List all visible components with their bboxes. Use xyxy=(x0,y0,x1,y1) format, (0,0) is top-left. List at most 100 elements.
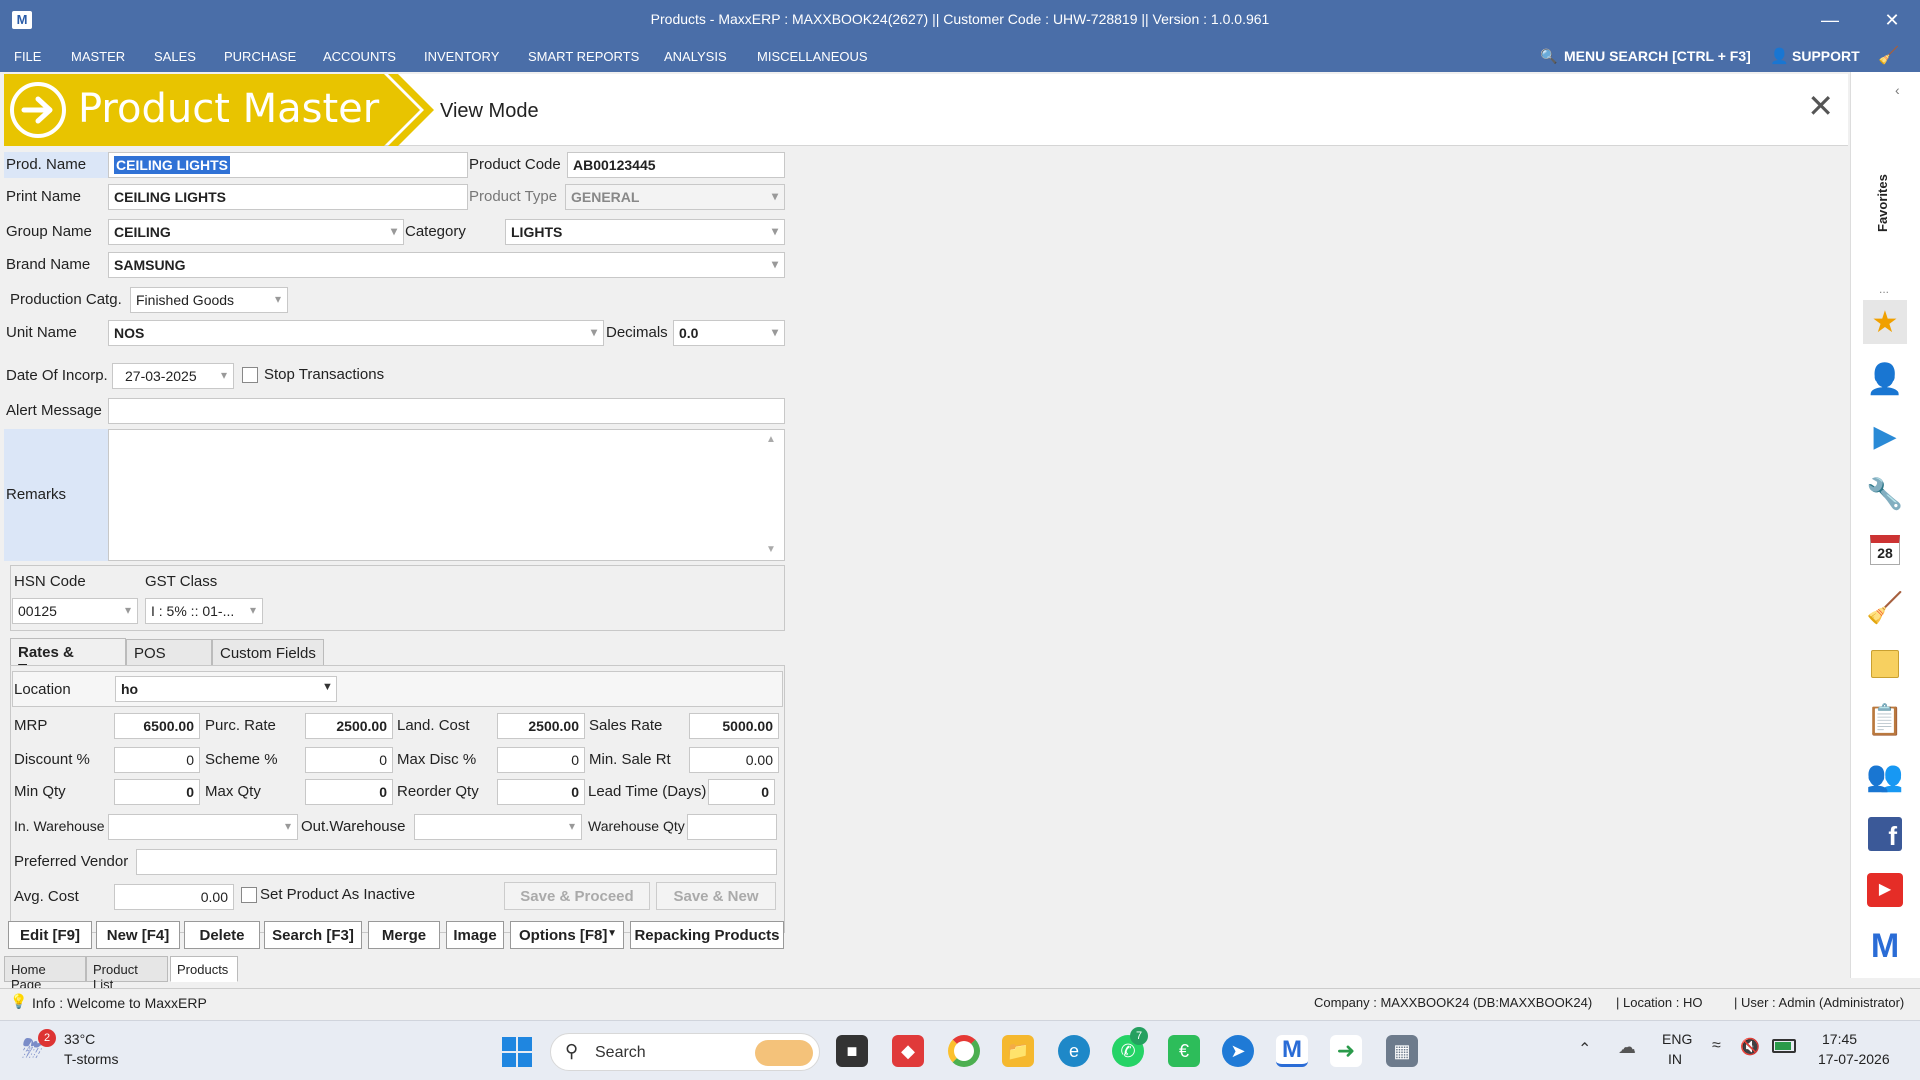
max-qty-field[interactable]: 0 xyxy=(305,779,393,805)
warehouse-qty-field[interactable] xyxy=(687,814,777,840)
unit-name-dropdown[interactable]: NOS xyxy=(108,320,604,346)
repacking-products-button[interactable]: Repacking Products xyxy=(630,921,784,949)
tray-chevron-icon[interactable]: ⌃ xyxy=(1578,1039,1591,1059)
location-dropdown[interactable]: ho xyxy=(115,676,337,702)
collapse-chevron-icon[interactable]: ‹ xyxy=(1895,82,1900,98)
speaker-muted-icon[interactable]: 🔇 xyxy=(1740,1037,1760,1057)
print-name-field[interactable]: CEILING LIGHTS xyxy=(108,184,468,210)
discount-field[interactable]: 0 xyxy=(114,747,200,773)
green-app-icon[interactable]: € xyxy=(1168,1035,1200,1067)
support-button[interactable]: SUPPORT xyxy=(1792,48,1860,64)
folder-icon[interactable]: 📁 xyxy=(1002,1035,1034,1067)
product-code-field[interactable]: AB00123445 xyxy=(567,152,785,178)
menu-smart-reports[interactable]: SMART REPORTS xyxy=(528,49,639,64)
menu-analysis[interactable]: ANALYSIS xyxy=(664,49,727,64)
hsn-code-dropdown[interactable]: 00125 xyxy=(12,598,138,624)
remarks-textarea[interactable] xyxy=(108,429,785,561)
language-label[interactable]: ENG xyxy=(1662,1031,1692,1047)
tab-rates-taxes[interactable]: Rates & Taxes xyxy=(10,638,126,678)
search-button[interactable]: Search [F3] xyxy=(264,921,362,949)
menu-sales[interactable]: SALES xyxy=(154,49,196,64)
more-dots[interactable]: ... xyxy=(1879,282,1889,296)
min-sale-field[interactable]: 0.00 xyxy=(689,747,779,773)
menu-purchase[interactable]: PURCHASE xyxy=(224,49,296,64)
menu-file[interactable]: FILE xyxy=(14,49,41,64)
star-icon[interactable]: ★ xyxy=(1863,300,1907,344)
options-button[interactable]: Options [F8] ▼ xyxy=(510,921,624,949)
menu-inventory[interactable]: INVENTORY xyxy=(424,49,499,64)
max-disc-field[interactable]: 0 xyxy=(497,747,585,773)
category-dropdown[interactable]: LIGHTS xyxy=(505,219,785,245)
blue-app-icon[interactable]: ➤ xyxy=(1222,1035,1254,1067)
decimals-dropdown[interactable]: 0.0 xyxy=(673,320,785,346)
save-proceed-button[interactable]: Save & Proceed xyxy=(504,882,650,910)
scroll-up-icon[interactable]: ▲ xyxy=(766,434,776,445)
chrome-icon[interactable] xyxy=(948,1035,980,1067)
menu-miscellaneous[interactable]: MISCELLANEOUS xyxy=(757,49,868,64)
tab-pos-setup[interactable]: POS Setup xyxy=(126,639,212,679)
group-name-dropdown[interactable]: CEILING xyxy=(108,219,404,245)
land-cost-field[interactable]: 2500.00 xyxy=(497,713,585,739)
stop-transactions-checkbox[interactable] xyxy=(242,367,258,383)
in-warehouse-dropdown[interactable] xyxy=(108,814,298,840)
calendar-icon[interactable]: 28 xyxy=(1863,528,1907,572)
anydesk-icon[interactable]: ◆ xyxy=(892,1035,924,1067)
youtube-icon[interactable]: ▶ xyxy=(1863,868,1907,912)
delete-button[interactable]: Delete xyxy=(184,921,260,949)
broom-icon[interactable]: 🧹 xyxy=(1863,586,1907,630)
broom-icon[interactable]: 🧹 xyxy=(1878,46,1899,66)
alert-message-field[interactable] xyxy=(108,398,785,424)
product-type-dropdown[interactable]: GENERAL xyxy=(565,184,785,210)
edge-icon[interactable]: e xyxy=(1058,1035,1090,1067)
tools-icon[interactable]: 🔧 xyxy=(1863,472,1907,516)
windows-start-icon[interactable] xyxy=(502,1037,532,1067)
user-icon[interactable]: 👤 xyxy=(1863,357,1907,401)
date-incorp-picker[interactable]: 27-03-2025 xyxy=(112,363,234,389)
lead-time-field[interactable]: 0 xyxy=(708,779,775,805)
wifi-icon[interactable]: ≈ xyxy=(1712,1037,1721,1055)
avg-cost-field[interactable]: 0.00 xyxy=(114,884,234,910)
production-catg-dropdown[interactable]: Finished Goods xyxy=(130,287,288,313)
file-explorer-dark-icon[interactable]: ■ xyxy=(836,1035,868,1067)
edit-button[interactable]: Edit [F9] xyxy=(8,921,92,949)
maxxerp-taskbar-icon[interactable]: M xyxy=(1276,1035,1308,1067)
merge-button[interactable]: Merge xyxy=(368,921,440,949)
taskbar-search-box[interactable]: ⚲ Search xyxy=(550,1033,820,1071)
purc-rate-field[interactable]: 2500.00 xyxy=(305,713,393,739)
battery-icon[interactable] xyxy=(1772,1039,1796,1053)
tab-custom-fields[interactable]: Custom Fields xyxy=(212,639,324,667)
scroll-down-icon[interactable]: ▼ xyxy=(766,544,776,555)
close-window-button[interactable]: ✕ xyxy=(1872,6,1912,34)
close-form-button[interactable]: ✕ xyxy=(1807,90,1834,122)
min-qty-field[interactable]: 0 xyxy=(114,779,200,805)
new-button[interactable]: New [F4] xyxy=(96,921,180,949)
sales-rate-field[interactable]: 5000.00 xyxy=(689,713,779,739)
image-button[interactable]: Image xyxy=(446,921,504,949)
facebook-icon[interactable]: f xyxy=(1863,812,1907,856)
set-inactive-checkbox[interactable] xyxy=(241,887,257,903)
brand-name-dropdown[interactable]: SAMSUNG xyxy=(108,252,785,278)
bottom-tab-products[interactable]: Products xyxy=(170,956,238,982)
tray-cloud-icon[interactable]: ☁ xyxy=(1618,1037,1636,1058)
notes-icon[interactable] xyxy=(1863,642,1907,686)
prod-name-field[interactable]: CEILING LIGHTS xyxy=(108,152,468,178)
preferred-vendor-field[interactable] xyxy=(136,849,777,875)
users-icon[interactable]: 👥 xyxy=(1863,754,1907,798)
menu-search-button[interactable]: MENU SEARCH [CTRL + F3] xyxy=(1564,48,1751,64)
mrp-field[interactable]: 6500.00 xyxy=(114,713,200,739)
arrow-app-icon[interactable]: ➜ xyxy=(1330,1035,1362,1067)
menu-accounts[interactable]: ACCOUNTS xyxy=(323,49,396,64)
menu-master[interactable]: MASTER xyxy=(71,49,125,64)
reorder-qty-field[interactable]: 0 xyxy=(497,779,585,805)
calculator-icon[interactable]: ▦ xyxy=(1386,1035,1418,1067)
clock-time[interactable]: 17:45 xyxy=(1822,1031,1857,1047)
minimize-button[interactable]: — xyxy=(1810,6,1850,34)
bottom-tab-home-page[interactable]: Home Page xyxy=(4,956,86,992)
clipboard-icon[interactable]: 📋 xyxy=(1863,698,1907,742)
save-new-button[interactable]: Save & New xyxy=(656,882,776,910)
out-warehouse-dropdown[interactable] xyxy=(414,814,582,840)
gst-class-dropdown[interactable]: I : 5% :: 01-... xyxy=(145,598,263,624)
bottom-tab-product-list[interactable]: Product List xyxy=(86,956,168,992)
play-icon[interactable]: ▶ xyxy=(1863,414,1907,458)
scheme-field[interactable]: 0 xyxy=(305,747,393,773)
